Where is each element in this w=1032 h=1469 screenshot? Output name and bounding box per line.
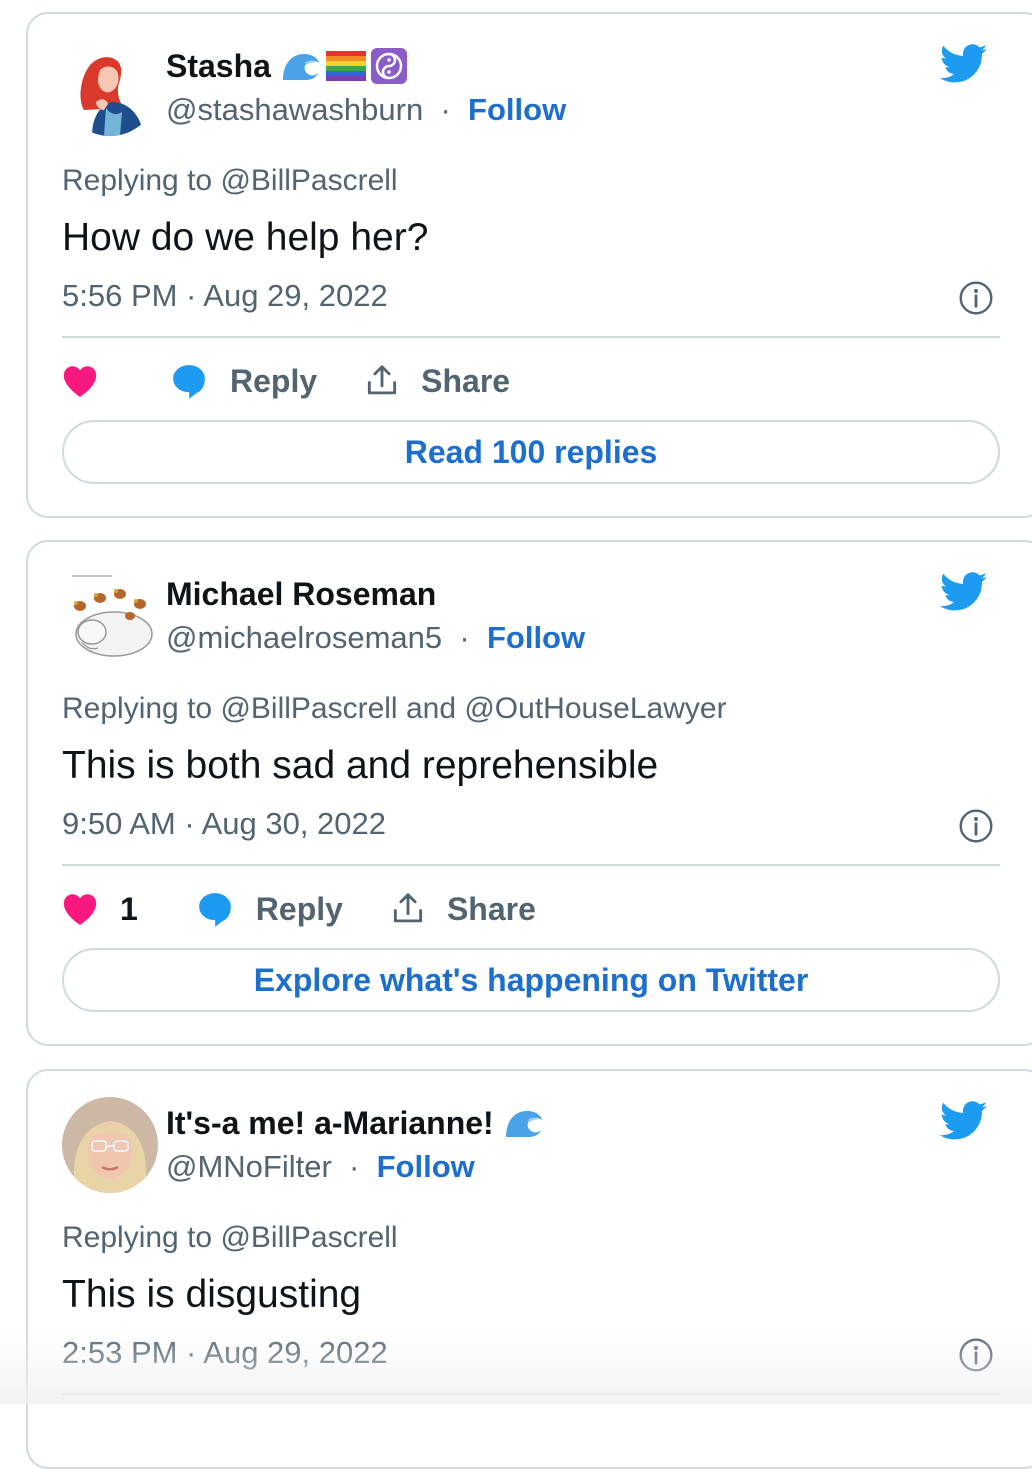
reply-label: Reply — [230, 362, 318, 399]
action-bar: Reply Share — [62, 356, 510, 406]
replying-prefix: Replying to — [62, 692, 221, 725]
tweet-timestamp[interactable]: 2:53 PM · Aug 29, 2022 — [62, 1335, 388, 1371]
name-badges — [281, 48, 407, 84]
replying-to: Replying to @BillPascrell — [62, 1221, 398, 1255]
like-button[interactable]: 1 — [62, 891, 138, 928]
share-button[interactable]: Share — [389, 890, 536, 928]
reply-button[interactable]: Reply — [170, 362, 317, 400]
name-badges — [504, 1107, 544, 1139]
tweet-text: This is disgusting — [62, 1273, 362, 1316]
tweet-card: Stasha @stashawashburn · Follow Replying… — [26, 12, 1032, 518]
share-label: Share — [421, 362, 511, 399]
replying-prefix: Replying to — [62, 164, 221, 197]
handle-separator: · — [431, 92, 460, 127]
heart-icon — [62, 364, 98, 398]
tweet-timestamp[interactable]: 9:50 AM · Aug 30, 2022 — [62, 806, 386, 842]
explore-twitter-button[interactable]: Explore what's happening on Twitter — [62, 948, 1000, 1012]
info-icon[interactable] — [958, 808, 994, 844]
reply-label: Reply — [255, 890, 343, 927]
yin-yang-emoji-icon — [370, 48, 407, 84]
handle-separator: · — [340, 1149, 368, 1184]
action-bar: 1 Reply Share — [62, 884, 536, 934]
twitter-bird-icon[interactable] — [940, 44, 988, 84]
tweet-text: This is both sad and reprehensible — [62, 744, 659, 787]
share-label: Share — [446, 890, 536, 927]
reply-bubble-icon — [196, 890, 234, 928]
avatar[interactable] — [62, 1097, 158, 1193]
wave-emoji-icon — [504, 1107, 544, 1139]
heart-icon — [62, 892, 98, 926]
tweet-card: It's-a me! a-Marianne! @MNoFilter · Foll… — [26, 1069, 1032, 1469]
replying-handle[interactable]: @BillPascrell — [220, 164, 397, 197]
replying-handle[interactable]: @BillPascrell — [220, 1221, 397, 1254]
reply-bubble-icon — [170, 362, 208, 400]
user-handle[interactable]: @MNoFilter — [166, 1149, 332, 1184]
display-name[interactable]: Michael Roseman — [166, 576, 436, 613]
divider — [62, 336, 1000, 338]
like-button[interactable] — [62, 364, 142, 398]
twitter-bird-icon[interactable] — [940, 1101, 988, 1141]
like-count: 1 — [120, 890, 138, 927]
tweet-timestamp[interactable]: 5:56 PM · Aug 29, 2022 — [62, 278, 388, 314]
rainbow-flag-emoji-icon — [325, 51, 366, 81]
replying-to: Replying to @BillPascrell — [62, 164, 398, 198]
tweet-text: How do we help her? — [62, 216, 429, 259]
handle-separator: · — [450, 620, 479, 655]
replying-to: Replying to @BillPascrell and @OutHouseL… — [62, 692, 727, 726]
info-icon[interactable] — [958, 280, 994, 316]
share-button[interactable]: Share — [363, 362, 510, 400]
share-icon — [363, 362, 401, 400]
divider — [62, 1393, 1000, 1395]
read-replies-button[interactable]: Read 100 replies — [62, 420, 1000, 484]
follow-link[interactable]: Follow — [377, 1149, 475, 1184]
tweet-card: Michael Roseman @michaelroseman5 · Follo… — [26, 540, 1032, 1046]
follow-link[interactable]: Follow — [487, 620, 585, 655]
user-handle[interactable]: @stashawashburn — [166, 92, 423, 127]
twitter-bird-icon[interactable] — [940, 572, 988, 612]
divider — [62, 864, 1000, 866]
avatar[interactable] — [62, 40, 158, 136]
follow-link[interactable]: Follow — [468, 92, 566, 127]
user-handle[interactable]: @michaelroseman5 — [166, 620, 442, 655]
replying-and: and — [397, 692, 465, 725]
info-icon[interactable] — [958, 1337, 994, 1373]
replying-prefix: Replying to — [62, 1221, 221, 1254]
display-name[interactable]: It's-a me! a-Marianne! — [166, 1105, 494, 1142]
share-icon — [389, 890, 427, 928]
replying-handle[interactable]: @BillPascrell — [220, 692, 397, 725]
reply-button[interactable]: Reply — [196, 890, 343, 928]
display-name[interactable]: Stasha — [166, 48, 271, 85]
replying-handle-2[interactable]: @OutHouseLawyer — [464, 692, 726, 725]
avatar[interactable] — [62, 568, 158, 664]
wave-emoji-icon — [281, 50, 321, 82]
